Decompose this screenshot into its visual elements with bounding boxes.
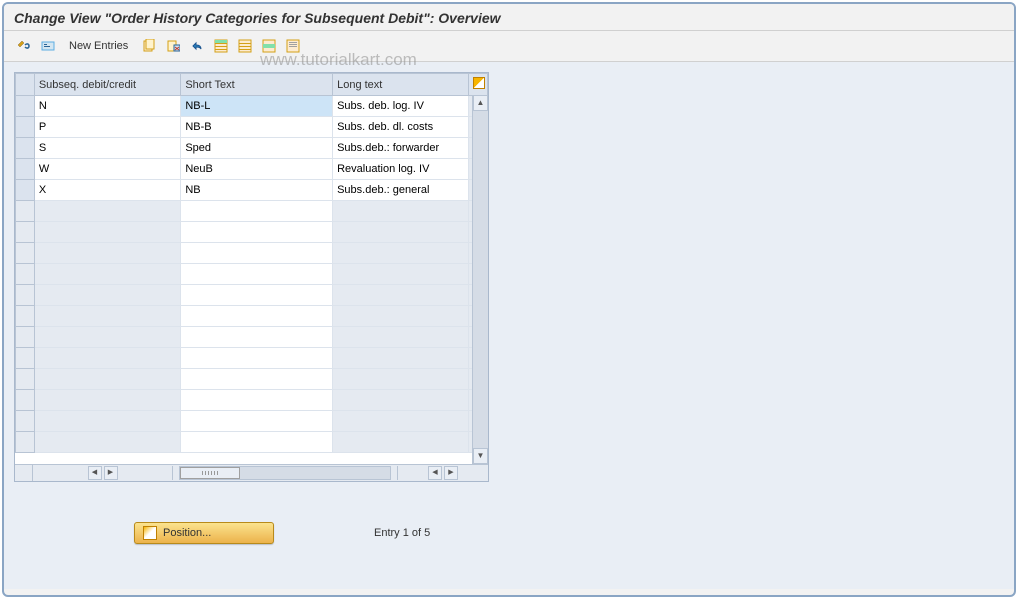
empty-row <box>16 222 488 243</box>
row-selector[interactable] <box>16 96 35 117</box>
app-window: Change View "Order History Categories fo… <box>2 2 1016 597</box>
empty-row <box>16 348 488 369</box>
corner-selector[interactable] <box>16 74 35 96</box>
select-block-icon[interactable] <box>259 36 279 56</box>
row-selector[interactable] <box>16 432 35 453</box>
position-icon <box>143 526 157 540</box>
cell-code[interactable]: S <box>35 139 181 157</box>
cell-long[interactable]: Subs.deb.: forwarder <box>333 139 468 157</box>
row-selector[interactable] <box>16 138 35 159</box>
empty-row <box>16 201 488 222</box>
table-row: W Revaluation log. IV <box>16 159 488 180</box>
select-all-icon[interactable] <box>211 36 231 56</box>
row-selector[interactable] <box>16 369 35 390</box>
row-selector[interactable] <box>16 327 35 348</box>
horizontal-scroll-row: ◀ ▶ ◀ ▶ <box>15 464 488 481</box>
empty-row <box>16 306 488 327</box>
cell-code[interactable]: X <box>35 181 181 199</box>
table-row: N Subs. deb. log. IV <box>16 96 488 117</box>
table-row: S Subs.deb.: forwarder <box>16 138 488 159</box>
empty-row <box>16 264 488 285</box>
row-selector[interactable] <box>16 117 35 138</box>
undo-icon[interactable] <box>187 36 207 56</box>
toolbar: New Entries <box>4 31 1014 62</box>
table-row: X Subs.deb.: general <box>16 180 488 201</box>
copy-icon[interactable] <box>139 36 159 56</box>
column-config-button[interactable] <box>469 74 488 96</box>
cell-short-input[interactable] <box>181 117 332 137</box>
cell-code[interactable]: W <box>35 160 181 178</box>
cell-short-input[interactable] <box>181 138 332 158</box>
position-button[interactable]: Position... <box>134 522 274 544</box>
hscroll-right-1[interactable]: ▶ <box>104 466 118 480</box>
delete-icon[interactable] <box>163 36 183 56</box>
new-entries-button[interactable]: New Entries <box>62 37 135 55</box>
col-header-code[interactable]: Subseq. debit/credit <box>34 74 181 96</box>
row-selector[interactable] <box>16 222 35 243</box>
row-selector[interactable] <box>16 411 35 432</box>
page-title: Change View "Order History Categories fo… <box>4 4 1014 31</box>
cell-code[interactable]: N <box>35 97 181 115</box>
expand-collapse-icon[interactable] <box>38 36 58 56</box>
cell-long[interactable]: Subs. deb. dl. costs <box>333 118 468 136</box>
empty-row <box>16 411 488 432</box>
hscroll-track[interactable] <box>179 466 391 480</box>
row-selector[interactable] <box>16 159 35 180</box>
hscroll-right-2[interactable]: ▶ <box>444 466 458 480</box>
print-icon[interactable] <box>283 36 303 56</box>
col-header-long[interactable]: Long text <box>333 74 469 96</box>
cell-long[interactable]: Subs.deb.: general <box>333 181 468 199</box>
toggle-change-icon[interactable] <box>14 36 34 56</box>
cell-long[interactable]: Revaluation log. IV <box>333 160 468 178</box>
hscroll-left-1[interactable]: ◀ <box>88 466 102 480</box>
table-row: P Subs. deb. dl. costs <box>16 117 488 138</box>
row-selector[interactable] <box>16 243 35 264</box>
cell-long[interactable]: Subs. deb. log. IV <box>333 97 468 115</box>
empty-row <box>16 243 488 264</box>
empty-row <box>16 285 488 306</box>
footer-row: Position... Entry 1 of 5 <box>14 522 1004 544</box>
position-label: Position... <box>163 527 211 539</box>
scroll-up-button[interactable]: ▲ <box>473 95 488 111</box>
col-header-short[interactable]: Short Text <box>181 74 333 96</box>
row-selector[interactable] <box>16 390 35 411</box>
row-selector[interactable] <box>16 348 35 369</box>
empty-row <box>16 369 488 390</box>
data-table-container: Subseq. debit/credit Short Text Long tex… <box>14 72 489 482</box>
empty-row <box>16 327 488 348</box>
row-selector[interactable] <box>16 306 35 327</box>
vertical-scrollbar[interactable]: ▲ ▼ <box>472 95 488 464</box>
row-selector[interactable] <box>16 180 35 201</box>
empty-row <box>16 432 488 453</box>
content-area: Subseq. debit/credit Short Text Long tex… <box>4 62 1014 589</box>
cell-short-input[interactable] <box>181 159 332 179</box>
row-selector[interactable] <box>16 285 35 306</box>
scroll-down-button[interactable]: ▼ <box>473 448 488 464</box>
cell-short-input[interactable] <box>181 96 332 116</box>
hscroll-thumb[interactable] <box>180 467 240 479</box>
data-table: Subseq. debit/credit Short Text Long tex… <box>15 73 488 453</box>
cell-code[interactable]: P <box>35 118 181 136</box>
deselect-all-icon[interactable] <box>235 36 255 56</box>
entry-count-text: Entry 1 of 5 <box>374 527 430 539</box>
hscroll-left-2[interactable]: ◀ <box>428 466 442 480</box>
row-selector[interactable] <box>16 264 35 285</box>
cell-short-input[interactable] <box>181 180 332 200</box>
empty-row <box>16 390 488 411</box>
row-selector[interactable] <box>16 201 35 222</box>
scroll-track[interactable] <box>473 111 488 448</box>
